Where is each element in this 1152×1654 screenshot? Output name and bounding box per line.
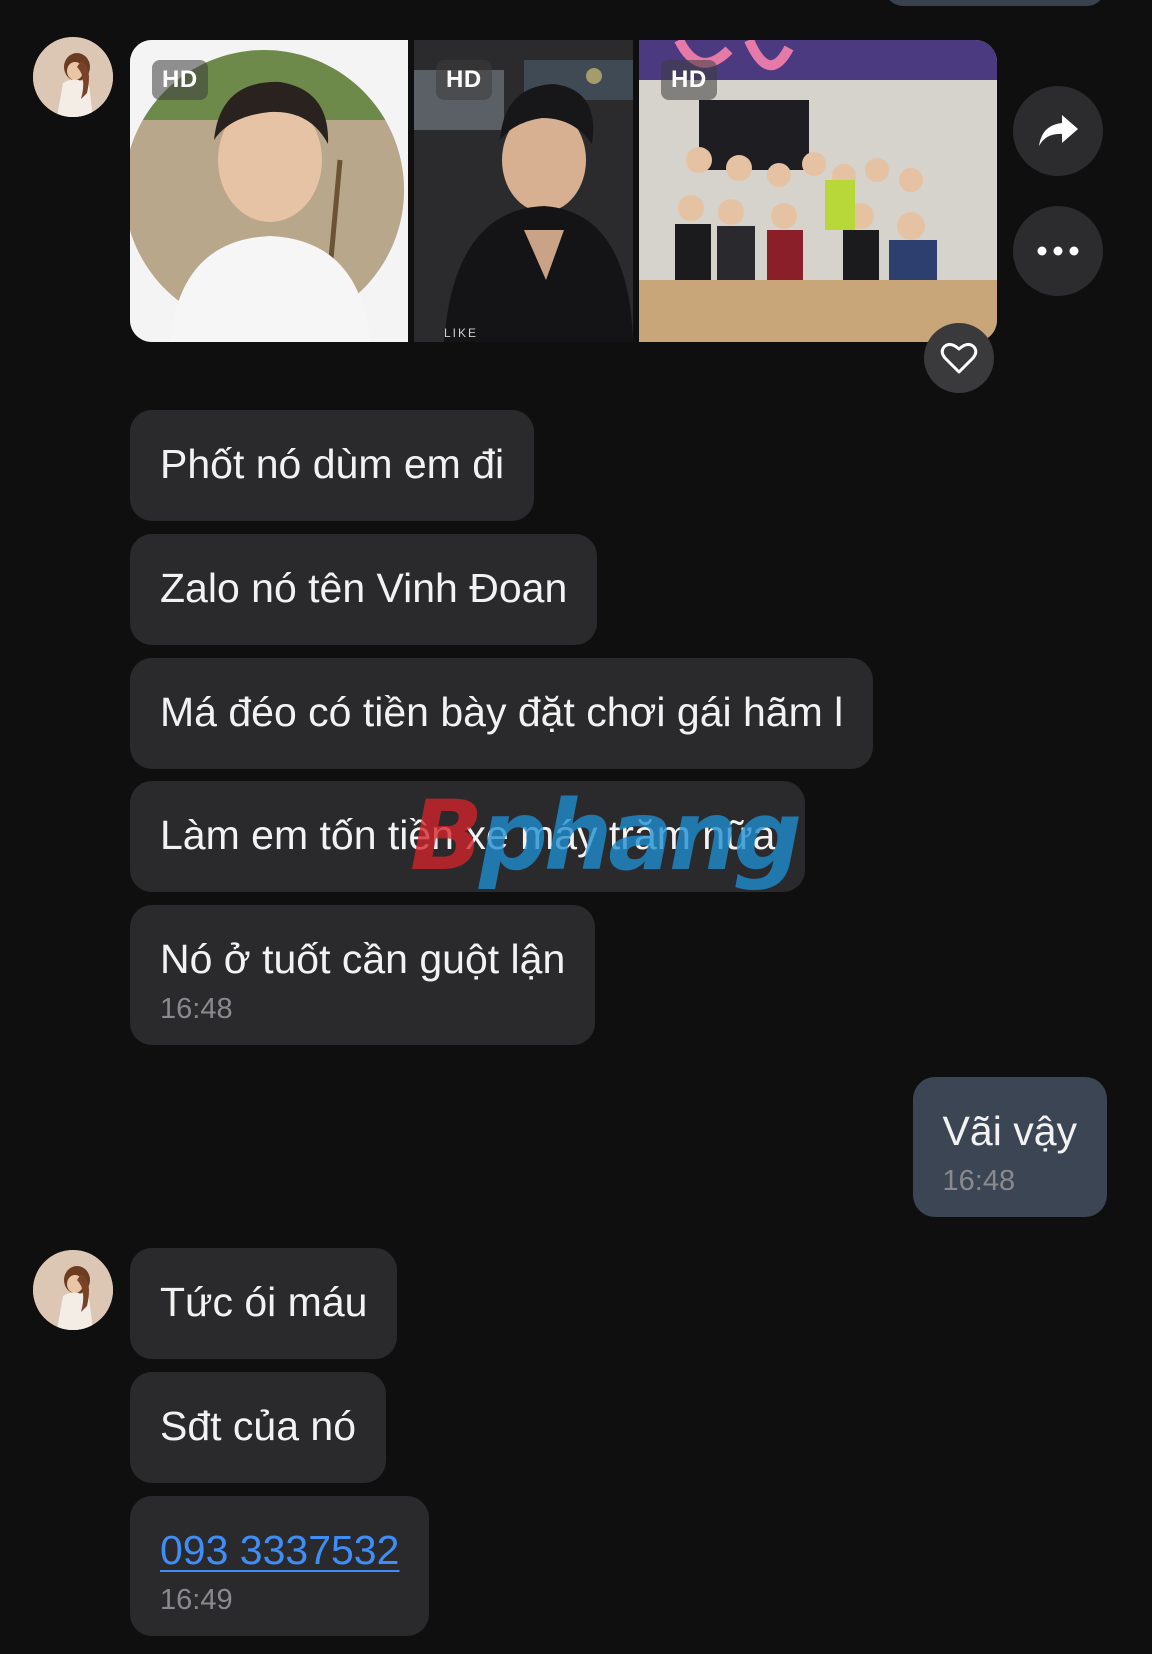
- avatar-image: [33, 1250, 113, 1330]
- message-text: Zalo nó tên Vinh Đoan: [160, 565, 568, 611]
- share-forward-icon: [1039, 115, 1078, 146]
- incoming-message-bubble[interactable]: 093 3337532 16:49: [130, 1496, 430, 1636]
- incoming-message-bubble[interactable]: Sđt của nó: [130, 1372, 387, 1483]
- phone-number-link[interactable]: 093 3337532: [160, 1527, 399, 1573]
- more-horizontal-icon: [1037, 246, 1079, 256]
- photo-2[interactable]: HD LIKE: [414, 40, 633, 342]
- incoming-message-bubble[interactable]: Má đéo có tiền bày đặt chơi gái hãm l: [130, 658, 874, 769]
- photo-album[interactable]: HD HD LIKE HD: [130, 40, 997, 342]
- photo-3[interactable]: HD: [639, 40, 997, 342]
- message-text: Sđt của nó: [160, 1403, 357, 1449]
- photo-caption-partial: LIKE: [444, 326, 479, 340]
- sender-avatar[interactable]: [33, 1250, 113, 1330]
- message-text: Nó ở tuốt cần guột lận: [160, 936, 566, 982]
- like-button[interactable]: [924, 323, 994, 393]
- more-button[interactable]: [1013, 206, 1103, 296]
- sender-avatar[interactable]: [33, 37, 113, 117]
- photo-1[interactable]: HD: [130, 40, 408, 342]
- incoming-message-bubble[interactable]: Nó ở tuốt cần guột lận 16:48: [130, 905, 596, 1045]
- heart-outline-icon: [940, 342, 978, 374]
- message-text: Má đéo có tiền bày đặt chơi gái hãm l: [160, 689, 844, 735]
- message-text: Vãi vậy: [942, 1108, 1077, 1154]
- previous-outgoing-bubble: [885, 0, 1105, 6]
- hd-badge: HD: [152, 60, 208, 100]
- incoming-message-bubble[interactable]: Tức ói máu: [130, 1248, 398, 1359]
- message-timestamp: 16:49: [160, 1584, 233, 1616]
- message-timestamp: 16:48: [160, 993, 233, 1025]
- message-body: 093 3337532: [160, 1522, 399, 1578]
- incoming-message-bubble[interactable]: Zalo nó tên Vinh Đoan: [130, 534, 598, 645]
- avatar-image: [33, 37, 113, 117]
- hd-badge: HD: [661, 60, 717, 100]
- share-button[interactable]: [1013, 86, 1103, 176]
- message-text: Làm em tốn tiền xe máy trăm nữa: [160, 812, 776, 858]
- incoming-message-bubble[interactable]: Làm em tốn tiền xe máy trăm nữa: [130, 781, 806, 892]
- hd-badge: HD: [436, 60, 492, 100]
- message-text: Phốt nó dùm em đi: [160, 441, 505, 487]
- message-timestamp: 16:48: [942, 1165, 1016, 1197]
- message-text: Tức ói máu: [160, 1279, 368, 1325]
- incoming-message-bubble[interactable]: Phốt nó dùm em đi: [130, 410, 535, 521]
- outgoing-message-bubble[interactable]: Vãi vậy 16:48: [912, 1077, 1107, 1217]
